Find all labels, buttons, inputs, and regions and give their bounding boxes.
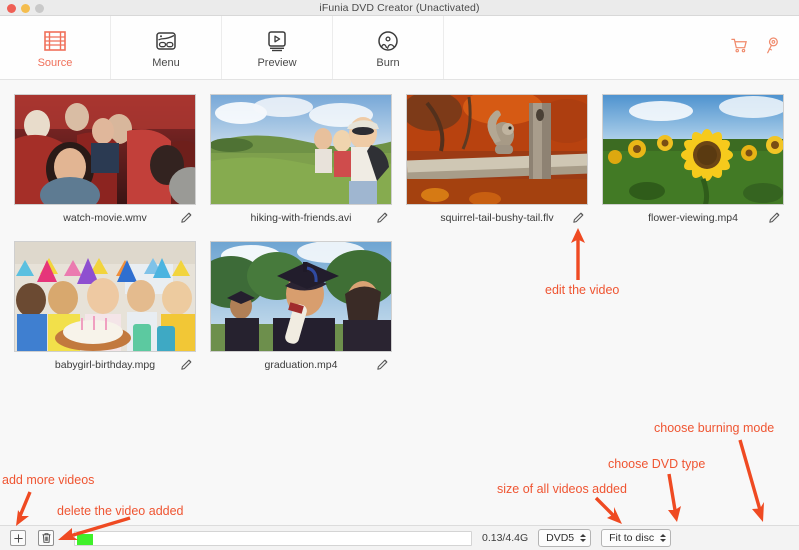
source-content-area: watch-movie.wmv bbox=[0, 80, 799, 525]
tab-preview-label: Preview bbox=[257, 57, 296, 69]
main-toolbar: Source Menu Preview bbox=[0, 16, 799, 80]
video-thumbnail[interactable] bbox=[210, 241, 392, 352]
delete-video-button[interactable] bbox=[38, 530, 54, 546]
minimize-window-button[interactable] bbox=[21, 4, 30, 13]
chevron-updown-icon bbox=[580, 534, 586, 542]
video-card[interactable]: babygirl-birthday.mpg bbox=[14, 241, 210, 378]
video-filename: graduation.mp4 bbox=[265, 359, 338, 371]
tab-source-label: Source bbox=[38, 57, 73, 69]
toolbar-spacer bbox=[444, 16, 799, 79]
video-thumbnail[interactable] bbox=[14, 94, 196, 205]
tab-source[interactable]: Source bbox=[0, 16, 111, 79]
pencil-icon[interactable] bbox=[571, 210, 586, 230]
video-card-footer: squirrel-tail-bushy-tail.flv bbox=[406, 205, 588, 231]
pencil-icon[interactable] bbox=[179, 357, 194, 377]
video-thumbnail-grid: watch-movie.wmv bbox=[14, 94, 798, 388]
video-card[interactable]: squirrel-tail-bushy-tail.flv bbox=[406, 94, 602, 231]
play-monitor-icon bbox=[264, 27, 290, 54]
pencil-icon[interactable] bbox=[375, 357, 390, 377]
key-icon[interactable] bbox=[762, 36, 781, 60]
video-card[interactable]: watch-movie.wmv bbox=[14, 94, 210, 231]
video-card[interactable]: graduation.mp4 bbox=[210, 241, 406, 378]
tab-burn-label: Burn bbox=[376, 57, 399, 69]
cart-icon[interactable] bbox=[730, 36, 749, 60]
burn-progress-fill bbox=[77, 534, 93, 545]
trash-icon bbox=[41, 532, 52, 544]
add-videos-button[interactable] bbox=[10, 530, 26, 546]
video-filename: squirrel-tail-bushy-tail.flv bbox=[440, 212, 553, 224]
tab-preview[interactable]: Preview bbox=[222, 16, 333, 79]
burn-disc-icon bbox=[375, 27, 401, 54]
bottom-toolbar: 0.13/4.4G DVD5 Fit to disc bbox=[0, 525, 799, 550]
tab-burn[interactable]: Burn bbox=[333, 16, 444, 79]
video-thumbnail[interactable] bbox=[602, 94, 784, 205]
video-filename: hiking-with-friends.avi bbox=[251, 212, 352, 224]
tab-menu[interactable]: Menu bbox=[111, 16, 222, 79]
tab-menu-label: Menu bbox=[152, 57, 180, 69]
dvd-type-select[interactable]: DVD5 bbox=[538, 529, 591, 547]
video-card-footer: watch-movie.wmv bbox=[14, 205, 196, 231]
pencil-icon[interactable] bbox=[179, 210, 194, 230]
toolbar-right-actions bbox=[730, 36, 799, 60]
dvd-menu-icon bbox=[153, 27, 179, 54]
video-card-footer: flower-viewing.mp4 bbox=[602, 205, 784, 231]
film-strip-icon bbox=[42, 27, 68, 54]
window-title: iFunia DVD Creator (Unactivated) bbox=[0, 0, 799, 16]
close-window-button[interactable] bbox=[7, 4, 16, 13]
video-thumbnail[interactable] bbox=[406, 94, 588, 205]
burn-progress-bar bbox=[74, 531, 472, 546]
video-thumbnail[interactable] bbox=[14, 241, 196, 352]
window-titlebar: iFunia DVD Creator (Unactivated) bbox=[0, 0, 799, 16]
video-card-footer: babygirl-birthday.mpg bbox=[14, 352, 196, 378]
video-filename: babygirl-birthday.mpg bbox=[55, 359, 155, 371]
video-filename: watch-movie.wmv bbox=[63, 212, 146, 224]
video-thumbnail[interactable] bbox=[210, 94, 392, 205]
video-card-footer: graduation.mp4 bbox=[210, 352, 392, 378]
video-filename: flower-viewing.mp4 bbox=[648, 212, 738, 224]
pencil-icon[interactable] bbox=[375, 210, 390, 230]
video-card[interactable]: flower-viewing.mp4 bbox=[602, 94, 798, 231]
video-card-footer: hiking-with-friends.avi bbox=[210, 205, 392, 231]
dvd-type-value: DVD5 bbox=[546, 532, 574, 544]
pencil-icon[interactable] bbox=[767, 210, 782, 230]
chevron-updown-icon bbox=[660, 534, 666, 542]
burning-mode-select[interactable]: Fit to disc bbox=[601, 529, 671, 547]
video-card[interactable]: hiking-with-friends.avi bbox=[210, 94, 406, 231]
plus-icon bbox=[13, 533, 24, 544]
total-size-label: 0.13/4.4G bbox=[482, 532, 528, 544]
maximize-window-button[interactable] bbox=[35, 4, 44, 13]
burning-mode-value: Fit to disc bbox=[609, 532, 654, 544]
